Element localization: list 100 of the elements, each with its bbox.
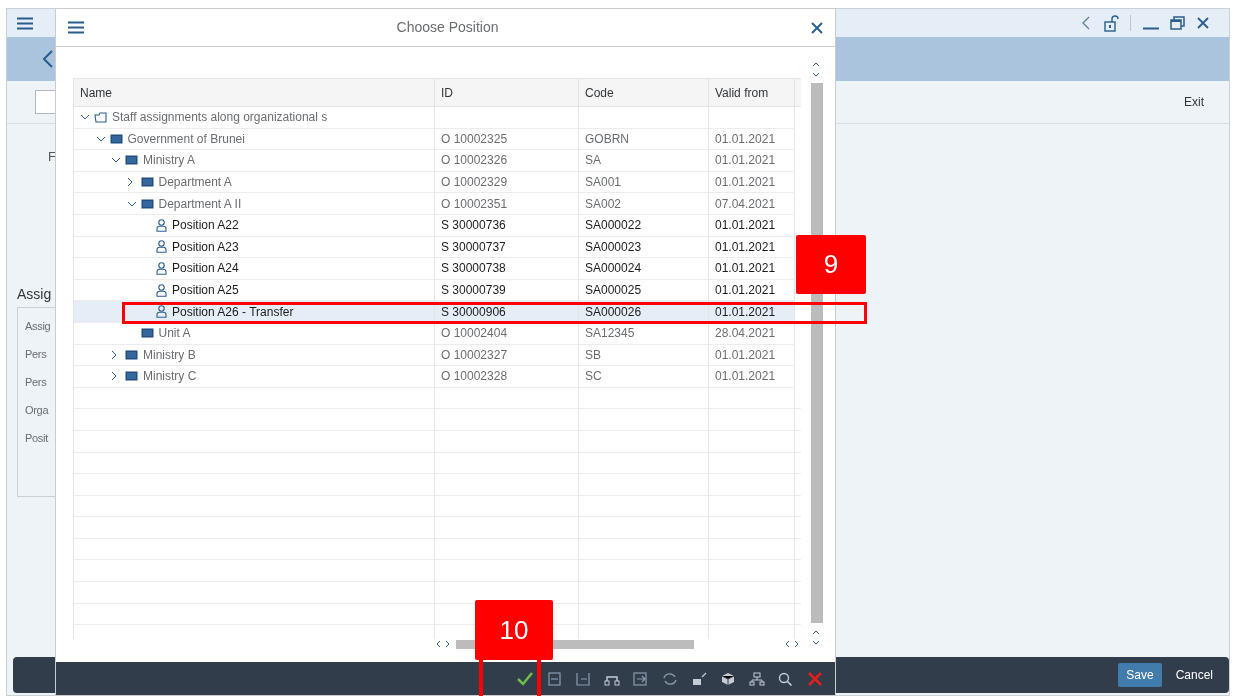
- table-cell-text: 01.01.2021: [715, 303, 776, 321]
- tree-row[interactable]: Unit A O 10002404 SA12345 28.04.2021: [74, 322, 795, 345]
- table-cell-text: O 10002326: [441, 152, 508, 170]
- scroll-arrows-icon[interactable]: [812, 62, 820, 77]
- check-icon[interactable]: [517, 671, 533, 686]
- collapse-node-icon[interactable]: [575, 671, 591, 686]
- table-cell-text: SA000023: [585, 238, 642, 256]
- org-unit-icon: [140, 177, 154, 188]
- back-icon[interactable]: [1082, 16, 1090, 30]
- column-header[interactable]: Valid from: [709, 79, 795, 106]
- chevron-down-icon[interactable]: [95, 135, 106, 142]
- table-cell-text: S 30000737: [441, 238, 506, 256]
- table-cell-text: O 10002325: [441, 130, 508, 148]
- tree-node-label: Department A: [158, 174, 232, 192]
- chevron-right-icon[interactable]: [126, 177, 133, 188]
- tree-node-label: Department A II: [158, 195, 242, 213]
- folder-icon: [94, 111, 107, 123]
- org-unit-icon: [125, 371, 138, 382]
- table-cell-text: 01.01.2021: [715, 217, 776, 235]
- menu-icon[interactable]: [17, 16, 33, 30]
- table-cell-text: SA001: [585, 174, 622, 192]
- table-cell-text: 01.01.2021: [715, 238, 776, 256]
- table-cell-text: S 30000738: [441, 260, 506, 278]
- table-cell-text: SA000026: [585, 303, 642, 321]
- person-icon: [156, 240, 167, 254]
- tree-node-label: Ministry C: [143, 368, 197, 386]
- tree-row[interactable]: Position A25 S 30000739 SA000025 01.01.2021: [74, 279, 795, 302]
- tree-row[interactable]: Position A24 S 30000738 SA000024 01.01.2021: [74, 258, 795, 280]
- table-cell-text: S 30000736: [441, 217, 506, 235]
- close-icon[interactable]: [811, 21, 823, 34]
- cancel-button[interactable]: Cancel: [1173, 663, 1215, 687]
- table-cell-text: 28.04.2021: [715, 325, 776, 343]
- chevron-right-icon[interactable]: [111, 349, 117, 360]
- column-header[interactable]: Code: [579, 79, 709, 106]
- table-cell-text: 01.01.2021: [715, 368, 776, 386]
- tree-node-label: Staff assignments along organizational s: [112, 109, 328, 127]
- chart-icon[interactable]: [691, 671, 707, 686]
- tree-row[interactable]: Ministry B O 10002327 SB 01.01.2021: [74, 344, 795, 367]
- table-cell-text: 07.04.2021: [715, 195, 776, 213]
- tree-node-label: Unit A: [158, 325, 191, 343]
- restore-icon[interactable]: [1170, 16, 1185, 30]
- save-button[interactable]: Save: [1118, 663, 1162, 687]
- close-icon[interactable]: [1197, 17, 1209, 29]
- field-label: Orga: [25, 403, 50, 418]
- scroll-arrows-icon[interactable]: [812, 630, 820, 645]
- tree-row[interactable]: Position A23 S 30000737 SA000023 01.01.2021: [74, 236, 795, 259]
- org-chart-icon[interactable]: [749, 671, 765, 686]
- tree-row[interactable]: Department A O 10002329 SA001 01.01.2021: [74, 171, 795, 194]
- exit-button[interactable]: Exit: [1184, 93, 1204, 111]
- chevron-down-icon[interactable]: [126, 200, 137, 207]
- table-cell-text: O 10002351: [441, 195, 508, 213]
- tree-row[interactable]: Department A II O 10002351 SA002 07.04.2021: [74, 193, 795, 215]
- column-header[interactable]: ID: [435, 79, 579, 106]
- tree-node-label: Position A22: [172, 217, 239, 235]
- scroll-arrows-icon[interactable]: [785, 640, 799, 648]
- org-unit-icon: [140, 198, 154, 209]
- cube-icon[interactable]: [720, 671, 736, 686]
- field-label: Pers: [25, 347, 48, 362]
- transfer-icon[interactable]: [633, 671, 649, 686]
- callout-label: 10: [475, 600, 553, 660]
- tree-row[interactable]: Ministry A O 10002326 SA 01.01.2021: [74, 150, 795, 172]
- tree-row[interactable]: Ministry C O 10002328 SC 01.01.2021: [74, 366, 795, 388]
- tree-node-label: Position A24: [172, 260, 239, 278]
- column-header[interactable]: Name: [74, 79, 435, 106]
- table-cell-text: SA12345: [585, 325, 635, 343]
- field-label: Assig: [25, 319, 52, 334]
- search-icon[interactable]: [778, 671, 794, 686]
- tree-row[interactable]: Staff assignments along organizational s: [74, 107, 795, 129]
- tree-row[interactable]: Position A22 S 30000736 SA000022 01.01.2021: [74, 214, 795, 237]
- table-cell-text: O 10002329: [441, 174, 508, 192]
- field-label: Posit: [25, 431, 50, 446]
- org-unit-icon: [125, 155, 138, 166]
- table-cell-text: GOBRN: [585, 130, 629, 148]
- chevron-down-icon[interactable]: [111, 157, 121, 164]
- table-cell-text: O 10002404: [441, 325, 508, 343]
- table-cell-text: SB: [585, 346, 601, 364]
- org-unit-icon: [140, 328, 154, 339]
- menu-icon[interactable]: [68, 21, 84, 34]
- minimize-icon[interactable]: [1143, 26, 1159, 30]
- table-cell-text: SA: [585, 152, 601, 170]
- tree-node-label: Government of Brunei: [127, 130, 245, 148]
- field-label: F: [48, 148, 56, 166]
- expand-node-icon[interactable]: [546, 671, 562, 686]
- refresh-icon[interactable]: [662, 671, 678, 686]
- scroll-arrows-icon[interactable]: [436, 640, 450, 648]
- lock-icon[interactable]: [1104, 14, 1120, 32]
- table-cell-text: SA000024: [585, 260, 642, 278]
- table-cell-text: O 10002327: [441, 346, 508, 364]
- chevron-right-icon[interactable]: [111, 371, 117, 382]
- table-cell-text: SA002: [585, 195, 622, 213]
- back-icon[interactable]: [43, 50, 53, 68]
- chevron-down-icon[interactable]: [80, 114, 90, 121]
- tree-row[interactable]: Government of Brunei O 10002325 GOBRN 01.01.2021: [74, 128, 795, 151]
- dialog-title: Choose Position: [396, 18, 499, 37]
- field-label: Pers: [25, 375, 48, 390]
- table-cell-text: O 10002328: [441, 368, 508, 386]
- table-cell-text: SA000022: [585, 217, 642, 235]
- table-cell-text: 01.01.2021: [715, 152, 776, 170]
- tree-node-label: Position A25: [172, 282, 239, 300]
- table-cell-text: 01.01.2021: [715, 130, 776, 148]
